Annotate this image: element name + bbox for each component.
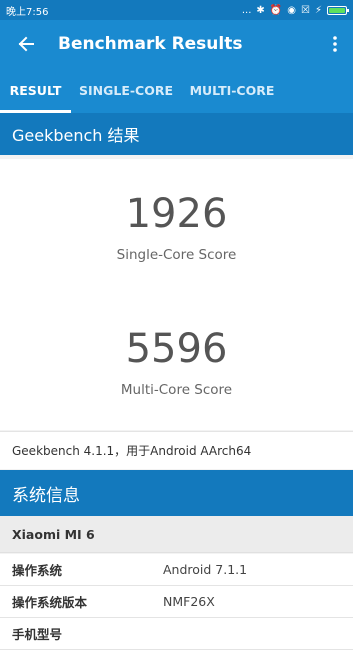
single-core-label: Single-Core Score xyxy=(116,247,237,263)
info-row-model: 手机型号 xyxy=(0,618,353,650)
status-bar: 晚上7:56 ... ✱ ⏰ ◉ ☒ ⚡ xyxy=(0,0,353,20)
results-section-header: Geekbench 结果 xyxy=(0,113,353,155)
status-time: 晚上7:56 xyxy=(6,6,49,18)
info-key: 操作系统版本 xyxy=(12,595,88,610)
scores-panel: 1926 Single-Core Score 5596 Multi-Core S… xyxy=(0,159,353,430)
info-row-os: 操作系统 Android 7.1.1 xyxy=(0,554,353,586)
wifi-icon: ◉ xyxy=(287,4,296,16)
more-vert-icon xyxy=(333,36,337,52)
app-bar: Benchmark Results xyxy=(0,20,353,68)
notification-dots-icon: ... xyxy=(241,4,252,16)
status-icons: ... ✱ ⏰ ◉ ☒ ⚡ xyxy=(241,4,349,16)
charging-icon: ⚡ xyxy=(314,4,322,16)
alarm-icon: ⏰ xyxy=(269,4,283,16)
overflow-menu-button[interactable] xyxy=(317,20,353,68)
system-info-header: 系统信息 xyxy=(0,470,353,516)
page-title: Benchmark Results xyxy=(58,34,243,54)
single-core-score: 1926 xyxy=(125,191,228,237)
device-name: Xiaomi MI 6 xyxy=(0,516,353,553)
tab-result[interactable]: RESULT xyxy=(0,68,71,113)
bluetooth-icon: ✱ xyxy=(256,4,265,16)
back-button[interactable] xyxy=(0,20,52,68)
multi-core-label: Multi-Core Score xyxy=(120,382,233,398)
multi-core-score: 5596 xyxy=(125,326,228,372)
info-row-os-version: 操作系统版本 NMF26X xyxy=(0,586,353,618)
info-key: 手机型号 xyxy=(12,627,63,642)
tab-single-core[interactable]: SINGLE-CORE xyxy=(71,68,181,113)
battery-icon xyxy=(327,5,349,15)
geekbench-version: Geekbench 4.1.1，用于Android AArch64 xyxy=(0,431,353,469)
info-key: 操作系统 xyxy=(12,563,63,578)
back-arrow-icon xyxy=(18,36,34,52)
tab-bar: RESULT SINGLE-CORE MULTI-CORE xyxy=(0,68,353,113)
tab-multi-core[interactable]: MULTI-CORE xyxy=(181,68,283,113)
sim-icon: ☒ xyxy=(301,4,310,16)
info-value: Android 7.1.1 xyxy=(163,562,248,577)
info-value: NMF26X xyxy=(163,594,215,609)
